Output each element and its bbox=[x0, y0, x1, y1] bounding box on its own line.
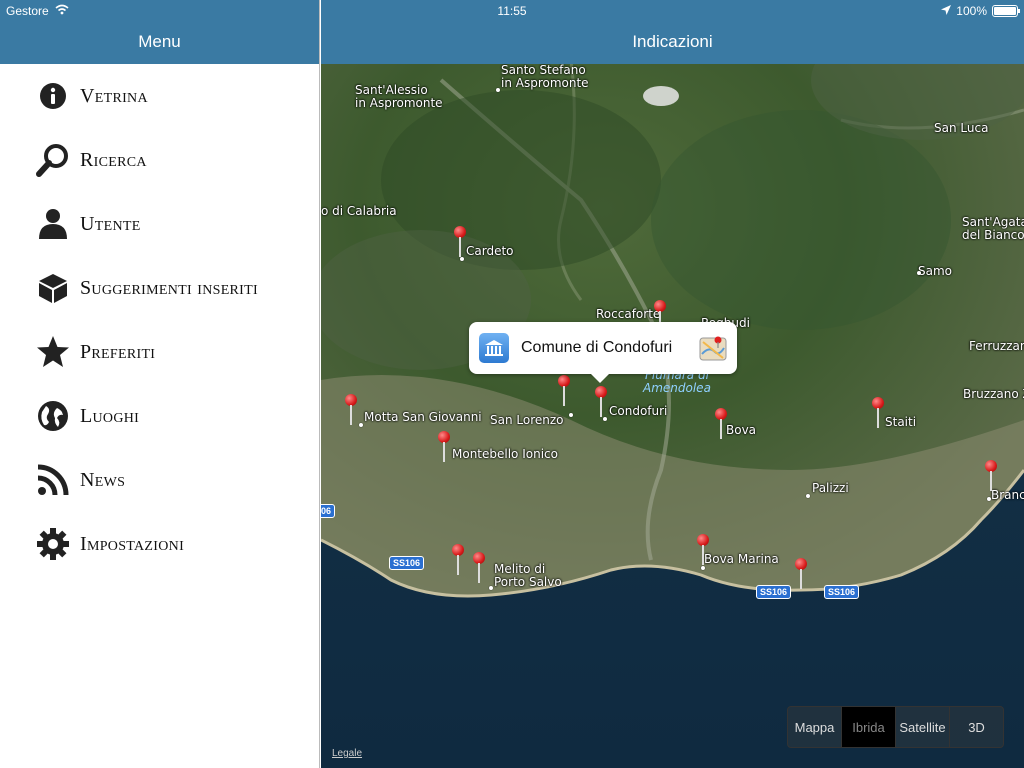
menu-item-impostazioni[interactable]: Impostazioni bbox=[0, 512, 319, 576]
place-label: Sant'Agata del Bianco bbox=[962, 215, 1024, 242]
menu-item-label: Preferiti bbox=[80, 340, 156, 363]
map-type-satellite[interactable]: Satellite bbox=[896, 707, 950, 747]
search-icon bbox=[36, 143, 70, 177]
menu-item-label: Impostazioni bbox=[80, 532, 185, 555]
carrier-name: Gestore bbox=[6, 4, 49, 18]
place-dot bbox=[489, 586, 493, 590]
menu-item-label: Luoghi bbox=[80, 404, 140, 427]
map-pin[interactable] bbox=[438, 431, 452, 463]
menu-item-luoghi[interactable]: Luoghi bbox=[0, 384, 319, 448]
map-pin-selected[interactable] bbox=[595, 386, 609, 418]
road-shield: SS106 bbox=[756, 585, 792, 599]
place-dot bbox=[987, 497, 991, 501]
callout-title: Comune di Condofuri bbox=[521, 339, 673, 356]
place-label: Melito di Porto Salvo bbox=[494, 562, 562, 589]
pin-callout[interactable]: Comune di Condofuri bbox=[469, 322, 737, 383]
place-label: Palizzi bbox=[812, 481, 849, 495]
battery-percent: 100% bbox=[956, 4, 987, 18]
map-pin[interactable] bbox=[473, 552, 487, 584]
map-type-3d[interactable]: 3D bbox=[950, 707, 1003, 747]
user-icon bbox=[36, 207, 70, 241]
menu-item-label: Suggerimenti inseriti bbox=[80, 276, 258, 299]
map-type-selector: Mappa Ibrida Satellite 3D bbox=[787, 706, 1004, 748]
menu-item-preferiti[interactable]: Preferiti bbox=[0, 320, 319, 384]
place-label: Ferruzzan bbox=[969, 339, 1024, 353]
map-type-mappa[interactable]: Mappa bbox=[788, 707, 842, 747]
map-pin[interactable] bbox=[697, 534, 711, 566]
menu-item-label: Ricerca bbox=[80, 148, 147, 171]
location-arrow-icon bbox=[941, 4, 952, 18]
sidebar-menu: Menu Vetrina Ricerca Utente Suggerimenti… bbox=[0, 0, 320, 768]
town-hall-icon bbox=[479, 333, 509, 363]
map-pin[interactable] bbox=[795, 558, 809, 590]
info-icon bbox=[36, 79, 70, 113]
rss-icon bbox=[36, 463, 70, 497]
map-pin[interactable] bbox=[345, 394, 359, 426]
road-shield: 06 bbox=[321, 504, 336, 518]
menu-item-label: Vetrina bbox=[80, 84, 148, 107]
place-dot bbox=[569, 413, 573, 417]
menu-item-ricerca[interactable]: Ricerca bbox=[0, 128, 319, 192]
legal-link[interactable]: Legale bbox=[332, 748, 362, 759]
place-label: Cardeto bbox=[466, 244, 514, 258]
map-pin[interactable] bbox=[872, 397, 886, 429]
place-label: Samo bbox=[918, 264, 953, 278]
map-pin[interactable] bbox=[715, 408, 729, 440]
menu-item-label: Utente bbox=[80, 212, 141, 235]
status-bar: Gestore 11:55 100% bbox=[0, 0, 1024, 22]
map-type-ibrida[interactable]: Ibrida bbox=[842, 707, 896, 747]
map-pin[interactable] bbox=[985, 460, 999, 492]
box-icon bbox=[36, 271, 70, 305]
place-label: Montebello Ionico bbox=[452, 447, 558, 461]
menu-item-suggerimenti[interactable]: Suggerimenti inseriti bbox=[0, 256, 319, 320]
map-title: Indicazioni bbox=[632, 32, 713, 51]
place-label: San Lorenzo bbox=[490, 413, 564, 427]
place-dot bbox=[496, 88, 500, 92]
place-label: Santo Stefano in Aspromonte bbox=[501, 63, 589, 90]
road-shield: SS106 bbox=[824, 585, 860, 599]
map-pin[interactable] bbox=[454, 226, 468, 258]
place-label: San Luca bbox=[934, 121, 989, 135]
place-label: Bruzzano Ze bbox=[963, 387, 1024, 401]
place-label: Motta San Giovanni bbox=[364, 410, 482, 424]
directions-map-icon[interactable] bbox=[699, 334, 727, 362]
place-label: Sant'Alessio in Aspromonte bbox=[355, 83, 443, 110]
map-pin[interactable] bbox=[558, 375, 572, 407]
map-pin[interactable] bbox=[452, 544, 466, 576]
clock: 11:55 bbox=[497, 4, 527, 18]
globe-icon bbox=[36, 399, 70, 433]
menu-item-vetrina[interactable]: Vetrina bbox=[0, 64, 319, 128]
place-dot bbox=[359, 423, 363, 427]
place-dot bbox=[806, 494, 810, 498]
gear-icon bbox=[36, 527, 70, 561]
road-shield: SS106 bbox=[389, 556, 425, 570]
battery-icon bbox=[992, 5, 1020, 17]
place-dot bbox=[701, 566, 705, 570]
sidebar-title: Menu bbox=[138, 32, 181, 51]
place-label: Bova Marina bbox=[704, 552, 779, 566]
menu-item-utente[interactable]: Utente bbox=[0, 192, 319, 256]
place-label: Condofuri bbox=[609, 404, 668, 418]
wifi-icon bbox=[55, 4, 69, 18]
place-label: Roccaforte bbox=[596, 307, 661, 321]
place-label: Bova bbox=[726, 423, 757, 437]
map-view[interactable]: Indicazioni Santo Stefano in Aspromonte … bbox=[321, 0, 1024, 768]
star-icon bbox=[36, 335, 70, 369]
place-dot bbox=[917, 271, 921, 275]
place-label: Staiti bbox=[885, 415, 917, 429]
menu-item-label: News bbox=[80, 468, 126, 491]
place-label: o di Calabria bbox=[321, 204, 397, 218]
menu-item-news[interactable]: News bbox=[0, 448, 319, 512]
